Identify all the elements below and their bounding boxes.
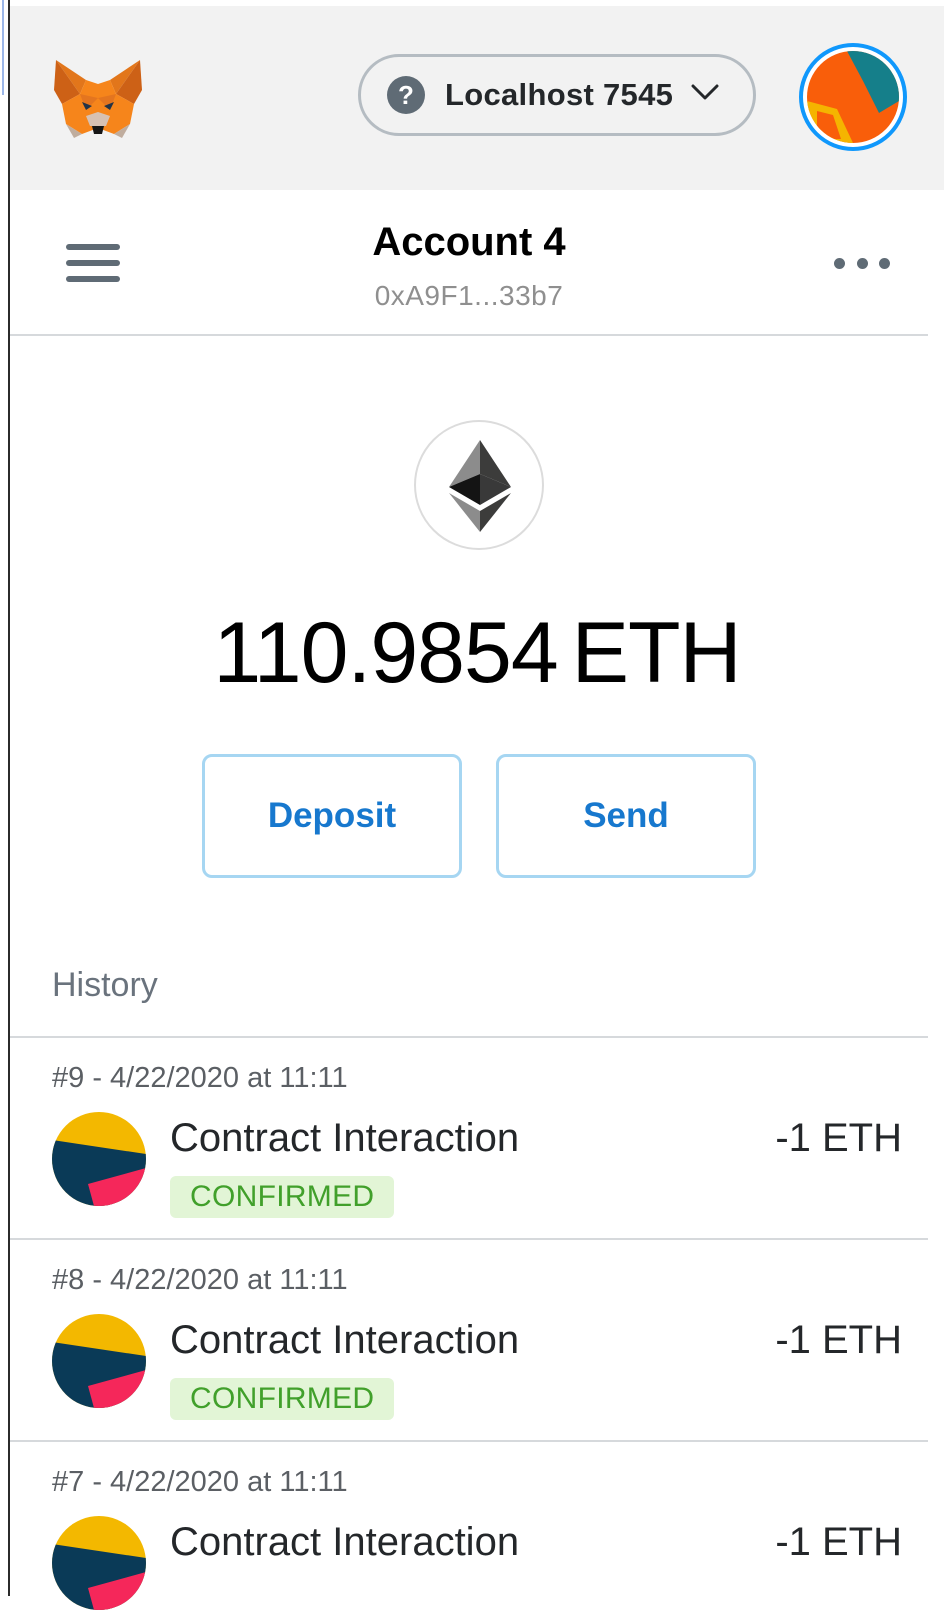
balance-unit: ETH: [571, 605, 742, 701]
transaction-date: #9 - 4/22/2020 at 11:11: [52, 1062, 348, 1094]
balance-display: 110.9854 ETH: [10, 604, 944, 703]
transaction-title: Contract Interaction: [170, 1116, 520, 1160]
window-edge-accent: [2, 0, 4, 95]
transaction-title: Contract Interaction: [170, 1520, 520, 1564]
deposit-button[interactable]: Deposit: [202, 754, 462, 878]
transaction-amount: -1 ETH: [775, 1520, 902, 1564]
eth-logo-icon: [414, 420, 544, 550]
more-options-icon[interactable]: [834, 258, 890, 270]
transaction-amount: -1 ETH: [775, 1116, 902, 1160]
transaction-amount: -1 ETH: [775, 1318, 902, 1362]
status-badge: CONFIRMED: [170, 1378, 395, 1420]
balance-amount: 110.9854: [213, 605, 558, 701]
account-identicon-button[interactable]: [799, 43, 907, 151]
status-badge: CONFIRMED: [170, 1176, 395, 1218]
transaction-row[interactable]: #7 - 4/22/2020 at 11:11 Contract Interac…: [10, 1442, 928, 1610]
transaction-date: #8 - 4/22/2020 at 11:11: [52, 1264, 348, 1296]
identicon-icon: [807, 51, 899, 143]
contract-identicon: [52, 1314, 146, 1408]
network-selector[interactable]: ? Localhost 7545: [358, 54, 756, 136]
send-button[interactable]: Send: [496, 754, 756, 878]
account-header: Account 4 0xA9F1...33b7: [10, 190, 928, 336]
chevron-down-icon: [691, 84, 719, 100]
transaction-row[interactable]: #8 - 4/22/2020 at 11:11 Contract Interac…: [10, 1240, 928, 1442]
transaction-row[interactable]: #9 - 4/22/2020 at 11:11 Contract Interac…: [10, 1038, 928, 1240]
contract-identicon: [52, 1112, 146, 1206]
transaction-title: Contract Interaction: [170, 1318, 520, 1362]
window-edge: [0, 0, 10, 1596]
account-name[interactable]: Account 4: [10, 220, 928, 265]
help-icon: ?: [387, 76, 425, 114]
metamask-fox-icon[interactable]: [52, 54, 144, 140]
app-header: ? Localhost 7545: [10, 6, 944, 190]
history-title: History: [52, 966, 158, 1004]
account-address[interactable]: 0xA9F1...33b7: [10, 280, 928, 312]
network-label: Localhost 7545: [445, 77, 674, 112]
transaction-date: #7 - 4/22/2020 at 11:11: [52, 1466, 348, 1498]
